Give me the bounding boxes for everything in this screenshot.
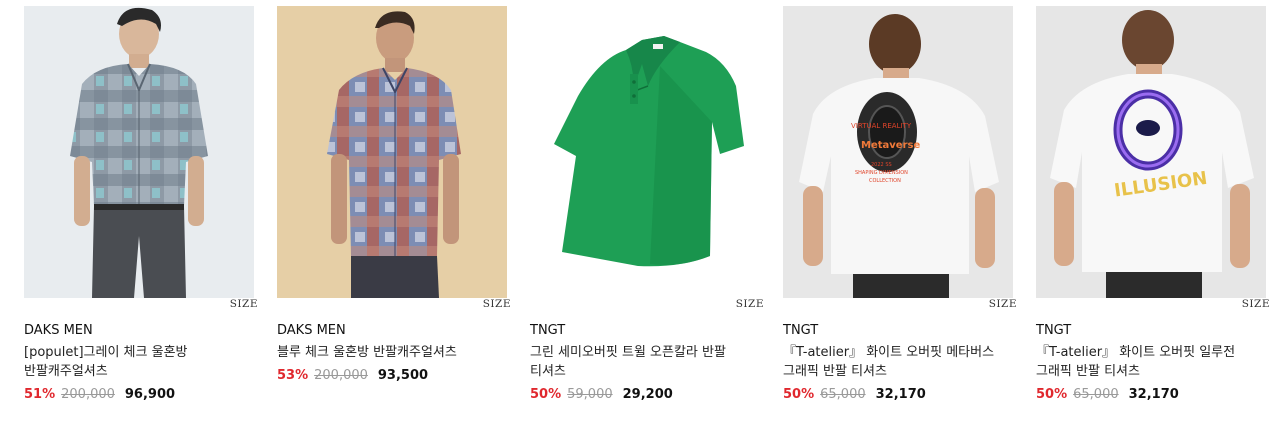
metaverse-tee-image: VIRTUAL REALITY Metaverse 2022 SS SHAPIN…	[783, 6, 1013, 298]
sale-price: 96,900	[124, 387, 176, 402]
sale-price: 32,170	[875, 387, 926, 402]
discount-rate: 50%	[1036, 387, 1068, 402]
product-name[interactable]: 『T-atelier』 화이트 오버핏 메타버스 그래픽 반팔 티셔츠	[783, 343, 1013, 381]
graphic-text: COLLECTION	[869, 178, 901, 184]
product-card[interactable]: SIZE TNGT 그린 세미오버핏 트윌 오픈칼라 반팔 티셔츠 50% 59…	[530, 6, 763, 402]
price-row: 50% 65,000 32,170	[1036, 387, 1266, 402]
product-card[interactable]: SIZE DAKS MEN 블루 체크 울혼방 반팔캐주얼셔츠 53% 200,…	[277, 6, 510, 402]
discount-rate: 50%	[530, 387, 562, 402]
product-name[interactable]: 그린 세미오버핏 트윌 오픈칼라 반팔 티셔츠	[530, 343, 760, 381]
gray-check-shirt-image	[24, 6, 254, 298]
brand-name[interactable]: TNGT	[1036, 322, 1266, 340]
brand-name[interactable]: TNGT	[783, 322, 1013, 340]
brand-name[interactable]: DAKS MEN	[277, 322, 507, 340]
price-row: 50% 65,000 32,170	[783, 387, 1013, 402]
sale-price: 29,200	[622, 387, 673, 402]
size-button[interactable]: SIZE	[989, 298, 1017, 310]
blue-red-check-shirt-image	[277, 6, 507, 298]
illusion-tee-image: ILLUSION	[1036, 6, 1266, 298]
discount-rate: 50%	[783, 387, 815, 402]
product-name[interactable]: 『T-atelier』 화이트 오버핏 일루전 그래픽 반팔 티셔츠	[1036, 343, 1266, 381]
graphic-text: SHAPING DIMENSION	[855, 170, 908, 176]
brand-name[interactable]: TNGT	[530, 322, 760, 340]
product-image[interactable]	[277, 6, 507, 298]
brand-name[interactable]: DAKS MEN	[24, 322, 254, 340]
green-polo-image	[530, 6, 760, 298]
product-grid: SIZE DAKS MEN [populet]그레이 체크 울혼방 반팔캐주얼셔…	[24, 6, 1269, 402]
price-row: 50% 59,000 29,200	[530, 387, 760, 402]
size-button[interactable]: SIZE	[483, 298, 511, 310]
size-button[interactable]: SIZE	[736, 298, 764, 310]
price-row: 53% 200,000 93,500	[277, 368, 507, 383]
product-card[interactable]: SIZE DAKS MEN [populet]그레이 체크 울혼방 반팔캐주얼셔…	[24, 6, 257, 402]
size-button[interactable]: SIZE	[230, 298, 258, 310]
original-price: 59,000	[567, 387, 613, 402]
original-price: 65,000	[1073, 387, 1119, 402]
product-image[interactable]	[24, 6, 254, 298]
product-name[interactable]: [populet]그레이 체크 울혼방 반팔캐주얼셔츠	[24, 343, 254, 381]
price-row: 51% 200,000 96,900	[24, 387, 254, 402]
graphic-text: Metaverse	[861, 140, 920, 151]
discount-rate: 53%	[277, 368, 309, 383]
product-image[interactable]: ILLUSION	[1036, 6, 1266, 298]
sale-price: 32,170	[1128, 387, 1179, 402]
discount-rate: 51%	[24, 387, 56, 402]
graphic-text: 2022 SS	[871, 162, 892, 168]
product-image[interactable]: VIRTUAL REALITY Metaverse 2022 SS SHAPIN…	[783, 6, 1013, 298]
product-card[interactable]: ILLUSION SIZE TNGT 『T-atelier』 화이트 오버핏 일…	[1036, 6, 1269, 402]
original-price: 200,000	[61, 387, 115, 402]
sale-price: 93,500	[377, 368, 429, 383]
graphic-text: VIRTUAL REALITY	[851, 122, 912, 130]
product-image[interactable]	[530, 6, 760, 298]
original-price: 65,000	[820, 387, 866, 402]
size-button[interactable]: SIZE	[1242, 298, 1270, 310]
product-card[interactable]: VIRTUAL REALITY Metaverse 2022 SS SHAPIN…	[783, 6, 1016, 402]
original-price: 200,000	[314, 368, 368, 383]
product-name[interactable]: 블루 체크 울혼방 반팔캐주얼셔츠	[277, 343, 507, 362]
